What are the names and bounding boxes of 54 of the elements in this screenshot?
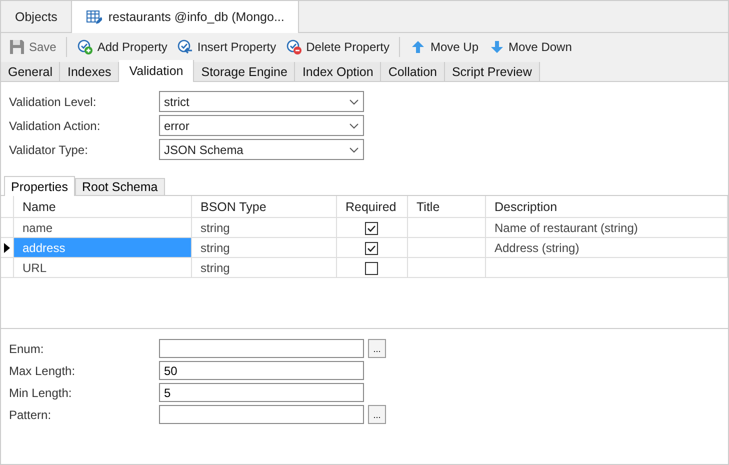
toolbar-button[interactable]: Insert Property — [173, 37, 280, 57]
column-header[interactable]: Title — [407, 196, 485, 218]
arrow-up-icon — [410, 39, 426, 55]
input-field[interactable]: 50 — [159, 361, 364, 380]
toolbar-button[interactable]: Delete Property — [282, 37, 394, 57]
tab[interactable]: Storage Engine — [194, 62, 296, 81]
field-label: Pattern: — [9, 408, 52, 422]
tab[interactable]: Indexes — [60, 62, 120, 81]
dropdown[interactable]: JSON Schema — [159, 139, 364, 160]
tab[interactable]: Validation — [119, 60, 194, 82]
browse-button[interactable]: ... — [368, 339, 386, 358]
field-label: Min Length: — [9, 386, 73, 400]
table-cell: string — [191, 238, 336, 258]
tab[interactable]: Collation — [381, 62, 445, 81]
chevron-down-icon — [349, 98, 359, 104]
tab[interactable]: Properties — [4, 176, 75, 196]
table-cell: Address (string) — [494, 240, 580, 254]
toolbar-button[interactable]: Move Down — [484, 37, 576, 57]
insert-icon — [177, 39, 194, 55]
browse-button[interactable]: ... — [368, 405, 386, 424]
table-cell: string — [191, 258, 336, 278]
tab[interactable]: General — [1, 62, 60, 81]
dropdown[interactable]: error — [159, 115, 364, 136]
toolbar-button[interactable]: Move Up — [406, 37, 483, 57]
tab[interactable]: Root Schema — [74, 178, 165, 195]
input-field[interactable] — [159, 339, 364, 358]
checkbox[interactable] — [365, 222, 378, 235]
toolbar-button[interactable]: Add Property — [73, 37, 172, 57]
dropdown[interactable]: strict — [159, 91, 364, 112]
chevron-down-icon — [349, 122, 359, 128]
document-tab[interactable]: restaurants @info_db (Mongo... — [72, 1, 300, 33]
table-cell: Name of restaurant (string) — [494, 220, 638, 234]
field-label: Validator Type: — [9, 142, 89, 156]
tab[interactable]: Script Preview — [444, 62, 540, 81]
field-label: Validation Action: — [9, 118, 102, 132]
checkbox[interactable] — [365, 242, 378, 255]
table-cell[interactable]: URL — [13, 258, 191, 278]
arrow-down-icon — [488, 39, 505, 55]
checkbox[interactable] — [365, 262, 378, 275]
input-field[interactable]: 5 — [159, 383, 364, 402]
column-header[interactable]: BSON Type — [191, 196, 336, 218]
field-label: Enum: — [9, 342, 45, 356]
remove-icon — [286, 39, 302, 55]
table-edit-icon — [86, 9, 102, 25]
column-header[interactable]: Name — [13, 196, 191, 218]
tab[interactable]: Index Option — [295, 62, 382, 81]
add-icon — [77, 39, 94, 55]
column-header[interactable]: Required — [336, 196, 407, 218]
field-label: Max Length: — [9, 364, 76, 378]
column-header[interactable]: Description — [485, 196, 728, 218]
chevron-down-icon — [349, 146, 359, 152]
field-label: Validation Level: — [9, 94, 98, 108]
input-field[interactable] — [159, 405, 364, 424]
table-cell: string — [191, 218, 336, 238]
